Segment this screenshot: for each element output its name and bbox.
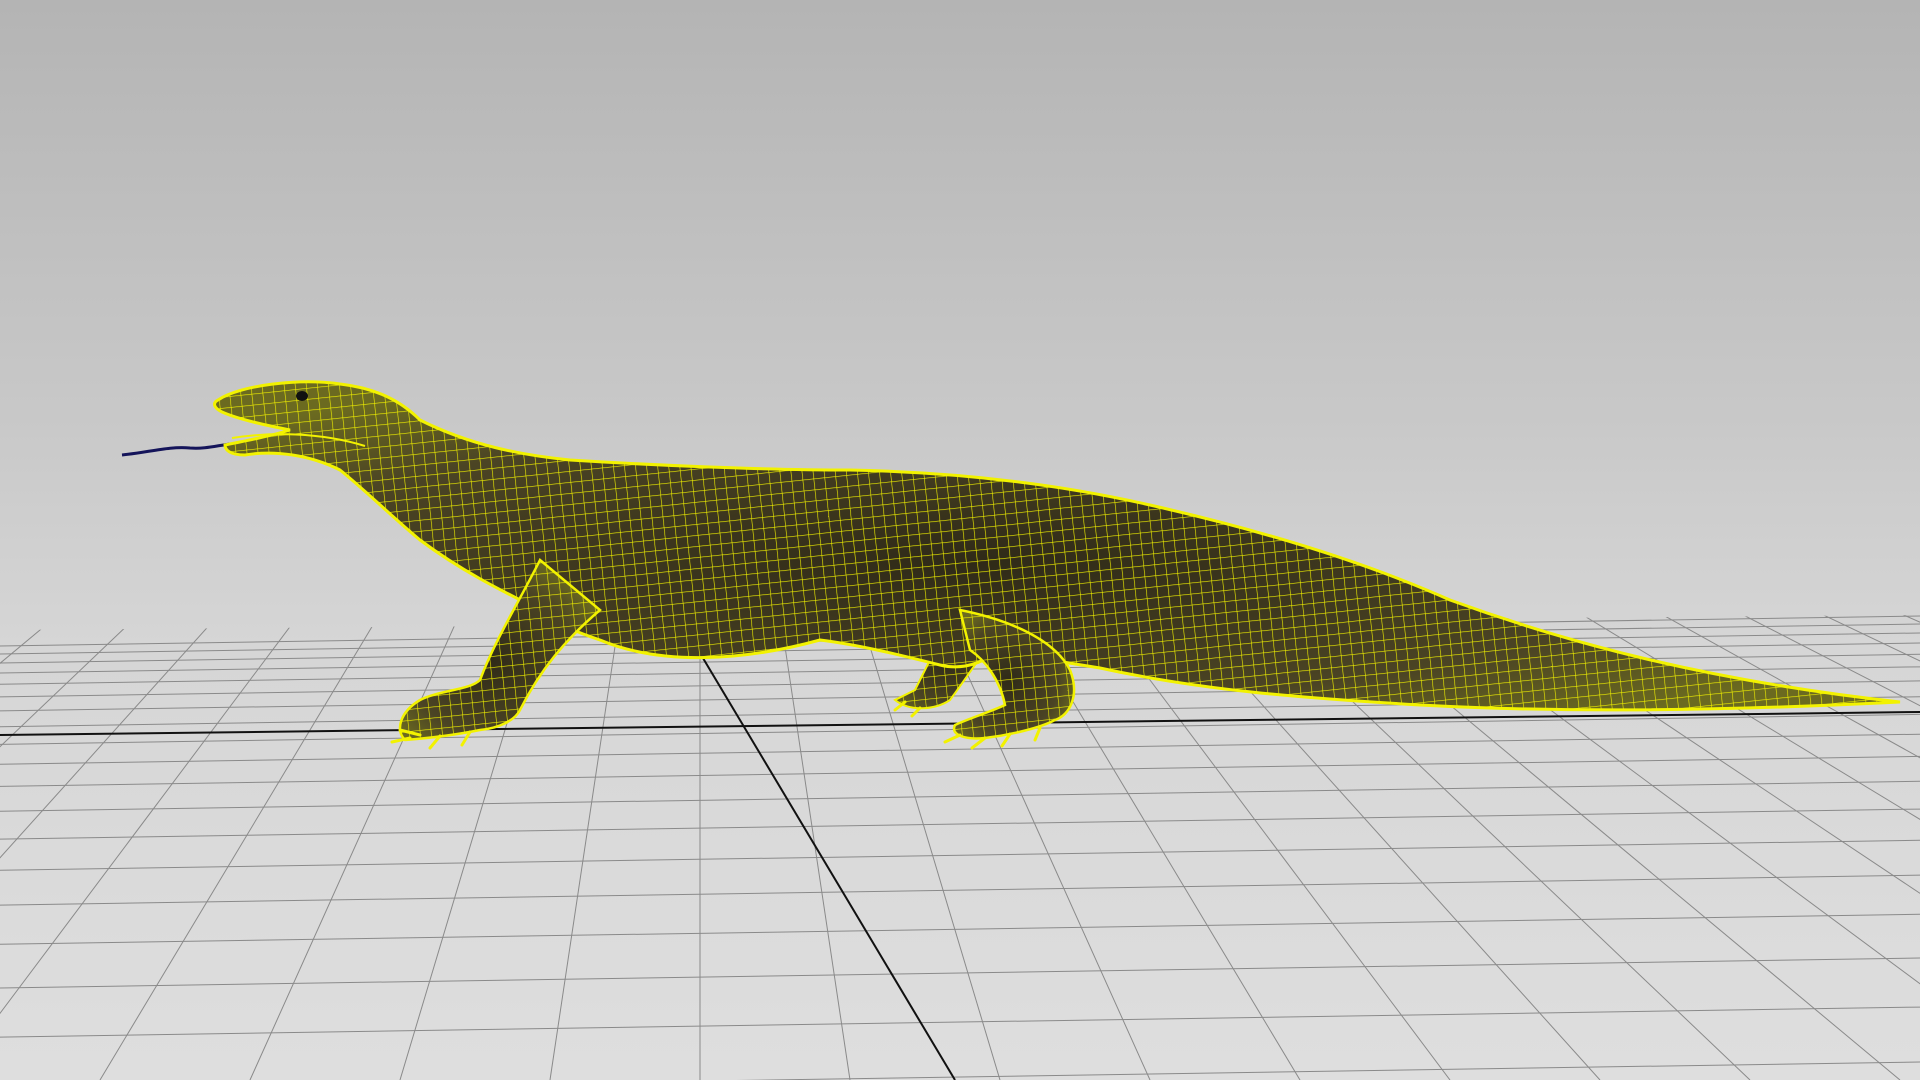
lizard-tongue (121, 442, 231, 457)
lizard-eye (296, 391, 308, 401)
3d-viewport[interactable] (0, 0, 1920, 1080)
grid-line (249, 615, 467, 1080)
grid-line (0, 957, 1920, 989)
lizard-model[interactable] (121, 380, 1901, 750)
grid-line (0, 808, 1920, 840)
grid-line (0, 839, 1920, 871)
grid-line (0, 913, 1920, 945)
grid-line (0, 755, 1920, 787)
grid-line (0, 733, 1920, 765)
grid-line (549, 615, 623, 1080)
grid-line (99, 615, 389, 1080)
grid-line (0, 780, 1920, 812)
viewport-scene[interactable] (0, 0, 1920, 1080)
grid-line (0, 1061, 1920, 1080)
grid-line (0, 1006, 1920, 1038)
grid-line (0, 874, 1920, 906)
